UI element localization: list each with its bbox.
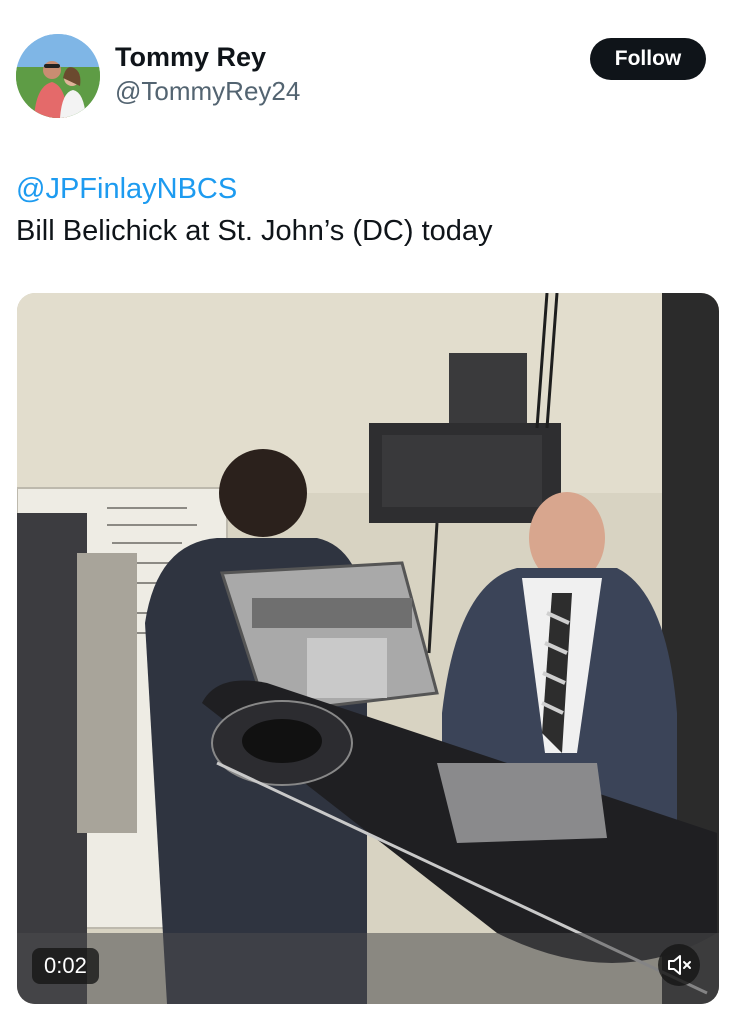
avatar[interactable]	[16, 34, 100, 118]
mention-link[interactable]: @JPFinlayNBCS	[16, 168, 716, 210]
author-handle[interactable]: @TommyRey24	[115, 74, 300, 108]
video-player[interactable]: 0:02	[17, 293, 719, 1004]
video-frame	[17, 293, 719, 1004]
mute-button[interactable]	[658, 944, 700, 986]
tweet-card: Tommy Rey @TommyRey24 Follow @JPFinlayNB…	[0, 0, 736, 1024]
follow-button[interactable]: Follow	[590, 38, 706, 80]
tweet-body: Bill Belichick at St. John’s (DC) today	[16, 215, 493, 247]
author-display-name[interactable]: Tommy Rey	[115, 40, 300, 74]
tweet-text: @JPFinlayNBCS Bill Belichick at St. John…	[16, 168, 716, 252]
author-info: Tommy Rey @TommyRey24	[115, 40, 300, 108]
video-duration: 0:02	[32, 948, 99, 984]
speaker-muted-icon	[658, 944, 700, 986]
